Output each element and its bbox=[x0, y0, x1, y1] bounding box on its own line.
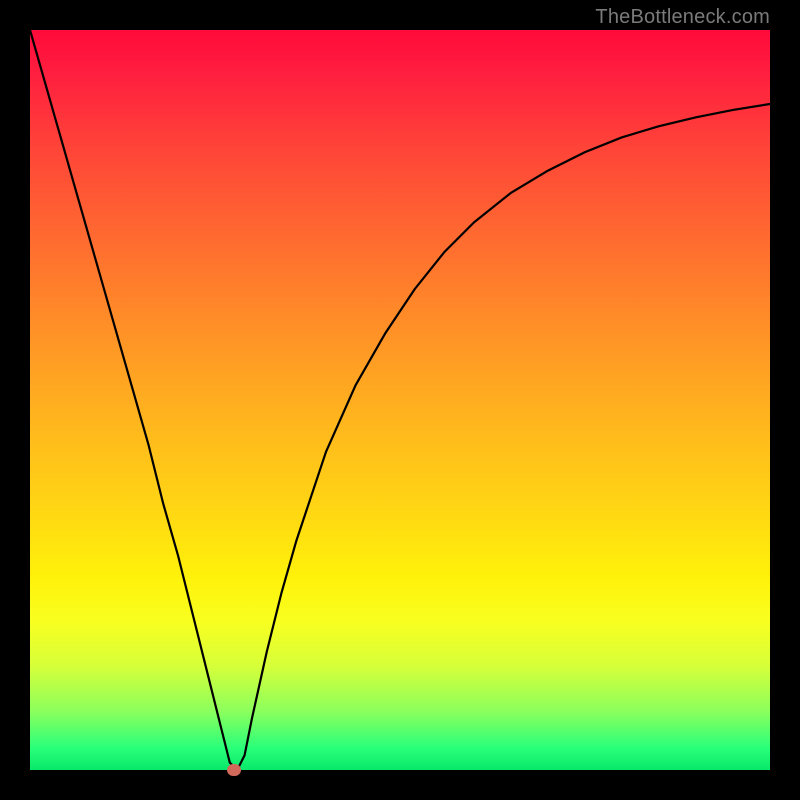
chart-frame: TheBottleneck.com bbox=[0, 0, 800, 800]
minimum-marker bbox=[227, 764, 241, 776]
plot-area bbox=[30, 30, 770, 770]
watermark-text: TheBottleneck.com bbox=[595, 6, 770, 29]
bottleneck-curve bbox=[30, 30, 770, 770]
